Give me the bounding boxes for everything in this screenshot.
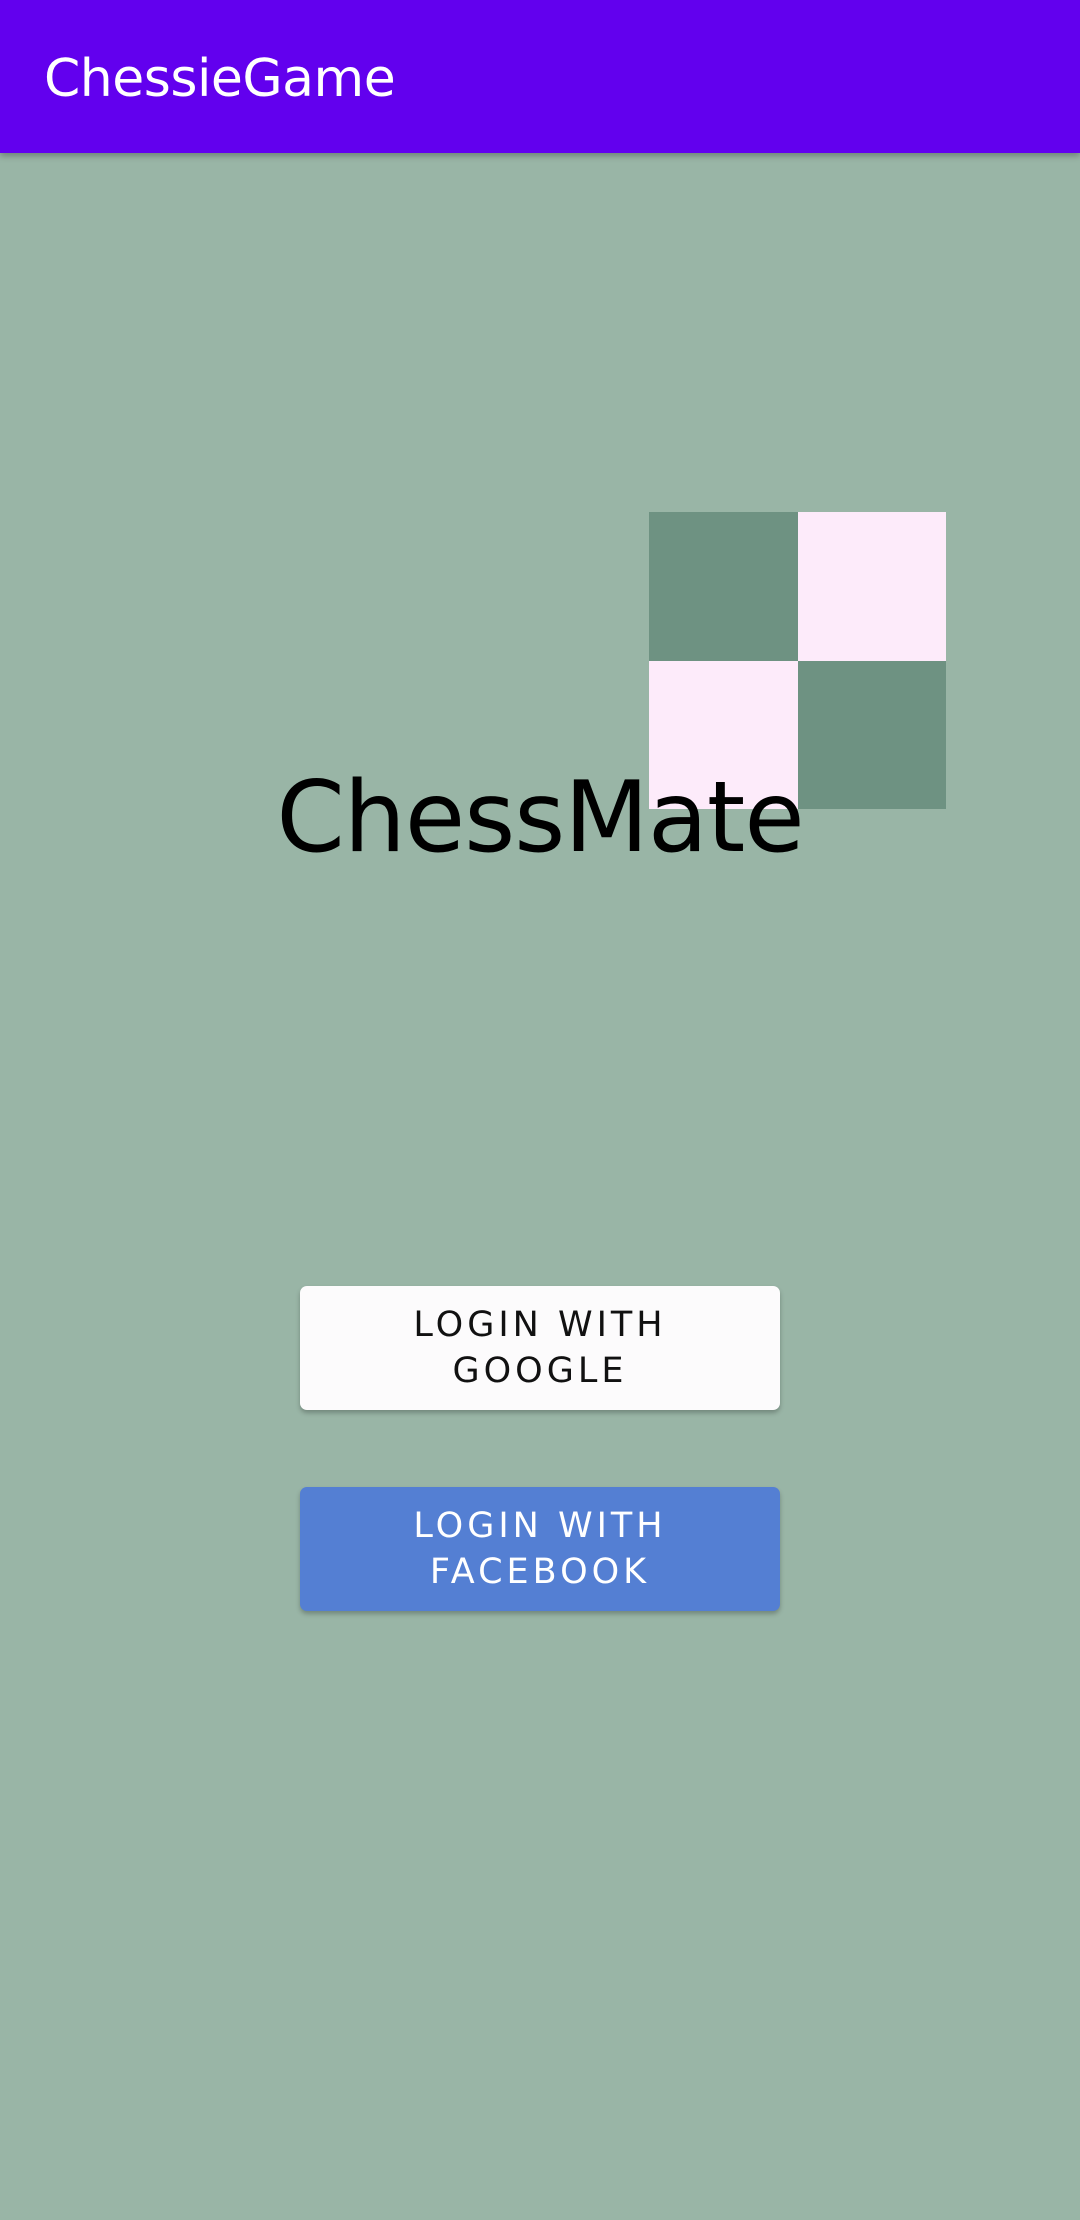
- logo-dark-square: [649, 512, 798, 661]
- login-facebook-button[interactable]: LOGIN WITH FACEBOOK: [300, 1487, 780, 1611]
- app-title: ChessieGame: [44, 49, 396, 109]
- login-facebook-label: LOGIN WITH FACEBOOK: [413, 1506, 667, 1592]
- login-screen: ChessieGame ChessMate LOGIN WITH GOOGLE …: [0, 0, 1080, 2220]
- brand-title: ChessMate: [276, 761, 804, 875]
- logo-light-square: [797, 512, 946, 661]
- login-google-button[interactable]: LOGIN WITH GOOGLE: [300, 1286, 780, 1410]
- app-bar: ChessieGame: [0, 0, 1080, 153]
- login-google-label: LOGIN WITH GOOGLE: [413, 1305, 667, 1391]
